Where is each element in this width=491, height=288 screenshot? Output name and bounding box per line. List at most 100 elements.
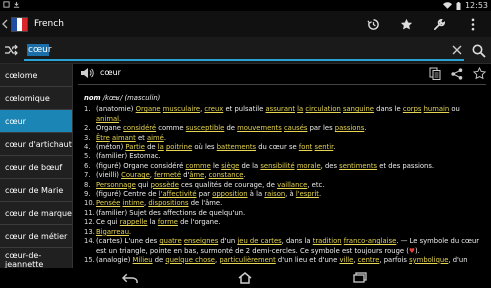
definition-link[interactable]: considéré — [123, 124, 156, 132]
sense-text: (familier) Estomac. — [96, 152, 487, 161]
pronunciation: /kœʁ/ — [102, 94, 123, 102]
definition-link[interactable]: Bigarreau — [96, 228, 129, 236]
definition-link[interactable]: Courage — [121, 171, 150, 179]
definition-link[interactable]: musculaire — [163, 105, 200, 113]
definition-text: de — [224, 124, 238, 133]
clear-button[interactable] — [449, 42, 465, 58]
definition-link[interactable]: Partie — [125, 143, 145, 151]
word-list[interactable]: cœlome cœlomique cœur cœur d'artichaut c… — [0, 64, 73, 268]
definition-link[interactable]: creux — [204, 105, 223, 113]
up-chevron-icon[interactable] — [1, 19, 9, 29]
list-item[interactable]: cœur de marque — [0, 202, 72, 225]
definition-link[interactable]: assurant — [266, 105, 296, 113]
definition-link[interactable]: symbolique — [409, 256, 448, 264]
switch-direction-button[interactable] — [2, 41, 20, 59]
definition-link[interactable]: ville — [339, 256, 353, 264]
definition-text: de — [152, 255, 166, 264]
definition-text: ces qualités de courage, de — [178, 180, 278, 189]
share-button[interactable] — [447, 64, 467, 83]
overflow-menu-button[interactable] — [456, 11, 489, 37]
list-item[interactable]: cœur de Marie — [0, 179, 72, 202]
search-input[interactable] — [24, 41, 464, 59]
list-item[interactable]: cœlome — [0, 64, 72, 87]
definition-link[interactable]: susceptible — [186, 124, 225, 132]
definition-text: dans le — [373, 105, 403, 114]
definition-link[interactable]: Personnage — [96, 181, 136, 189]
definition-link[interactable]: humain — [424, 105, 450, 113]
sense-item: 11. (familier) Sujet des affections de qu… — [84, 209, 487, 218]
definition-link[interactable]: battements — [217, 143, 256, 151]
bookmark-button[interactable] — [469, 64, 489, 83]
definition-link[interactable]: causés — [284, 124, 307, 132]
sense-text: (analogie) Milieu de quelque chose, part… — [96, 256, 487, 265]
list-item[interactable]: cœur de métier — [0, 225, 72, 248]
definition-link[interactable]: forme — [158, 218, 178, 226]
list-item-selected[interactable]: cœur — [0, 110, 72, 133]
definition-link[interactable]: sanguine — [343, 105, 374, 113]
definition-link[interactable]: Être — [96, 134, 110, 142]
definition-link[interactable]: aimé — [147, 134, 164, 142]
settings-button[interactable] — [423, 11, 456, 37]
definition-text: (analogie) — [96, 255, 133, 264]
definition-link[interactable]: mouvements — [237, 124, 282, 132]
definition-link[interactable]: corps — [403, 105, 422, 113]
definition-link[interactable]: âme — [189, 171, 204, 179]
back-icon — [121, 273, 138, 283]
sense-text: Personnage qui possède ces qualités de c… — [96, 181, 487, 190]
status-bar: 12:53 — [0, 0, 491, 11]
definition-link[interactable]: comme — [185, 162, 210, 170]
definition-link[interactable]: quatre — [159, 237, 181, 245]
definition-link[interactable]: Milieu — [133, 256, 153, 264]
back-button[interactable] — [115, 270, 145, 286]
definition-link[interactable]: l'affectivité — [159, 190, 197, 198]
search-icon — [472, 44, 486, 58]
definition-link[interactable]: centre — [358, 256, 380, 264]
definition-link[interactable]: tradition — [313, 237, 342, 245]
definition-link[interactable]: sentiments — [339, 162, 377, 170]
definition-link[interactable]: sentir — [315, 143, 334, 151]
definition-link[interactable]: raison — [264, 190, 285, 198]
definition-link[interactable]: possède — [151, 181, 179, 189]
definition-link[interactable]: franco-anglaise — [344, 237, 397, 245]
definition-link[interactable]: poitrine — [166, 143, 192, 151]
definition-link[interactable]: font — [299, 143, 313, 151]
favorites-button[interactable] — [390, 11, 423, 37]
definition-link[interactable]: Organe — [136, 105, 161, 113]
list-item[interactable]: cœur d'artichaut — [0, 133, 72, 156]
search-button[interactable] — [470, 42, 488, 60]
definition-link[interactable]: passions — [335, 124, 364, 132]
recent-apps-button[interactable] — [345, 270, 375, 286]
definition-link[interactable]: sensibilité — [260, 162, 294, 170]
home-button[interactable] — [230, 270, 260, 286]
definition-text: . — [364, 124, 367, 133]
definition-link[interactable]: dispositions — [148, 199, 188, 207]
definition-link[interactable]: vaillance — [277, 181, 307, 189]
copy-button[interactable] — [425, 64, 445, 83]
speaker-icon[interactable] — [80, 67, 94, 79]
definition-link[interactable]: Pensée — [96, 199, 120, 207]
definition-link[interactable]: constance — [209, 171, 244, 179]
definition-text: par les — [307, 124, 335, 133]
definition-link[interactable]: intime — [122, 199, 144, 207]
definition-link[interactable]: animal — [96, 115, 119, 123]
definition-link[interactable]: circulation — [305, 105, 340, 113]
definition-link[interactable]: morale — [297, 162, 321, 170]
definition-text: (familier) Sujet des affections de quelq… — [96, 208, 246, 217]
definition-link[interactable]: particulièrement — [219, 256, 275, 264]
list-item[interactable]: cœur de bœuf — [0, 156, 72, 179]
definition-link[interactable]: l'esprit — [296, 190, 319, 198]
definition-link[interactable]: quelque chose — [165, 256, 215, 264]
definition-link[interactable]: opposition — [212, 190, 247, 198]
entry-headword: cœur — [100, 68, 121, 77]
list-item[interactable]: cœur-de-jeannette — [0, 248, 72, 268]
history-button[interactable] — [357, 11, 390, 37]
definition-link[interactable]: aimant — [112, 134, 136, 142]
list-item[interactable]: cœlomique — [0, 87, 72, 110]
definition-link[interactable]: siège — [221, 162, 239, 170]
clear-icon — [452, 45, 462, 55]
definition-link[interactable]: rappelle — [120, 218, 148, 226]
definition-link[interactable]: jeu de cartes — [237, 237, 281, 245]
definition-link[interactable]: enseignes — [184, 237, 218, 245]
definition-link[interactable]: fermeté — [154, 171, 181, 179]
definition-link[interactable]: la — [158, 143, 164, 151]
